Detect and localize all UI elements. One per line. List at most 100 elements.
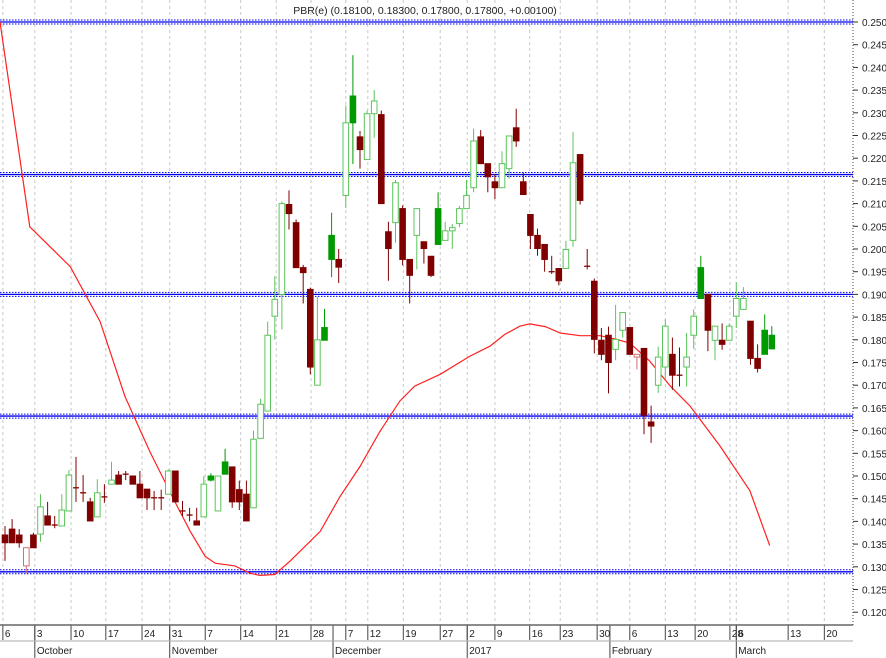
candle-body bbox=[427, 255, 435, 276]
candle-body bbox=[477, 136, 484, 165]
y-tick-label: 0.185 bbox=[862, 313, 886, 324]
candle bbox=[711, 325, 719, 361]
y-tick-label: 0.130 bbox=[862, 563, 886, 574]
candle bbox=[576, 154, 584, 205]
x-tick-label: 30 bbox=[599, 629, 611, 640]
candle-body bbox=[58, 509, 66, 527]
candle bbox=[626, 327, 634, 355]
candle-body bbox=[690, 315, 698, 336]
x-tick-label: 6 bbox=[632, 629, 638, 640]
candle bbox=[548, 255, 555, 274]
x-tick-label: 14 bbox=[243, 629, 255, 640]
candle bbox=[328, 212, 335, 278]
candle bbox=[733, 282, 740, 328]
candle bbox=[257, 398, 264, 439]
candle-body bbox=[541, 243, 548, 260]
candle-body bbox=[754, 357, 761, 369]
candle-body bbox=[441, 230, 449, 241]
candle bbox=[37, 494, 44, 542]
candle bbox=[73, 456, 79, 502]
candle bbox=[1, 525, 9, 561]
candle-body bbox=[328, 234, 335, 260]
candle-body bbox=[399, 208, 406, 260]
candle bbox=[186, 507, 193, 522]
candle bbox=[335, 249, 342, 284]
candle-body bbox=[363, 113, 371, 161]
candle-body bbox=[569, 162, 577, 241]
candle bbox=[456, 205, 463, 228]
candle-body bbox=[434, 208, 442, 245]
y-tick-label: 0.180 bbox=[862, 336, 886, 347]
y-tick-label: 0.160 bbox=[862, 427, 886, 438]
candle bbox=[484, 163, 492, 193]
candle-body bbox=[335, 258, 342, 268]
month-label: 2017 bbox=[469, 646, 492, 657]
y-tick-label: 0.155 bbox=[862, 449, 886, 460]
candle-body bbox=[647, 421, 655, 427]
candle bbox=[704, 293, 712, 352]
candle-body bbox=[370, 100, 378, 115]
candle bbox=[207, 473, 215, 482]
candle-body bbox=[747, 320, 754, 359]
candle-body bbox=[207, 475, 215, 481]
candle bbox=[527, 213, 534, 249]
candle bbox=[115, 471, 122, 485]
candle-body bbox=[761, 329, 769, 355]
candle bbox=[584, 249, 591, 270]
candle-body bbox=[200, 483, 208, 518]
month-label: October bbox=[37, 646, 73, 657]
candle bbox=[228, 466, 236, 508]
month-label: December bbox=[335, 646, 382, 657]
candle bbox=[569, 131, 577, 247]
candle-body bbox=[470, 140, 477, 189]
month-label: February bbox=[612, 646, 652, 657]
y-tick-label: 0.215 bbox=[862, 177, 886, 188]
candle-body bbox=[356, 136, 364, 151]
candle-body bbox=[626, 327, 634, 355]
x-tick-label: 12 bbox=[370, 629, 382, 640]
candle bbox=[768, 326, 776, 350]
candle-body bbox=[669, 353, 676, 376]
candles bbox=[1, 55, 776, 574]
y-tick-label: 0.250 bbox=[862, 18, 886, 29]
y-tick-label: 0.170 bbox=[862, 381, 886, 392]
chart-title: PBR(e) (0.18100, 0.18300, 0.17800, 0.178… bbox=[293, 5, 557, 17]
candle-body bbox=[498, 163, 506, 189]
candle-body bbox=[129, 475, 137, 485]
candle-body bbox=[257, 403, 264, 439]
x-tick-label: 9 bbox=[497, 629, 503, 640]
candle-body bbox=[307, 288, 314, 368]
candle bbox=[151, 490, 158, 511]
candle-body bbox=[576, 154, 584, 201]
candle bbox=[654, 346, 662, 393]
candle bbox=[470, 128, 477, 193]
candle-body bbox=[491, 181, 499, 189]
candle bbox=[292, 219, 300, 269]
support-resistance-lines bbox=[0, 19, 853, 575]
candle-body bbox=[733, 297, 740, 317]
candle bbox=[740, 287, 747, 310]
candle bbox=[555, 268, 563, 286]
candle-body bbox=[654, 356, 662, 386]
x-tick-label: 17 bbox=[108, 629, 120, 640]
candle-body bbox=[725, 325, 733, 341]
candle-body bbox=[527, 213, 534, 236]
candle bbox=[449, 224, 456, 249]
candle bbox=[214, 475, 222, 512]
y-tick-label: 0.235 bbox=[862, 86, 886, 97]
y-tick-label: 0.175 bbox=[862, 359, 886, 370]
month-label: November bbox=[172, 646, 219, 657]
candle-body bbox=[463, 194, 470, 210]
candle-body bbox=[711, 325, 719, 341]
moving-average-line bbox=[0, 21, 771, 577]
candle bbox=[385, 221, 392, 281]
x-tick-label: 19 bbox=[405, 629, 417, 640]
candle-body bbox=[172, 470, 179, 503]
candle bbox=[392, 179, 399, 243]
gridlines bbox=[2, 0, 825, 625]
candle bbox=[520, 172, 527, 196]
candle bbox=[441, 221, 449, 241]
candle-body bbox=[23, 547, 30, 567]
candle-body bbox=[562, 248, 570, 270]
candle-body bbox=[704, 293, 712, 331]
